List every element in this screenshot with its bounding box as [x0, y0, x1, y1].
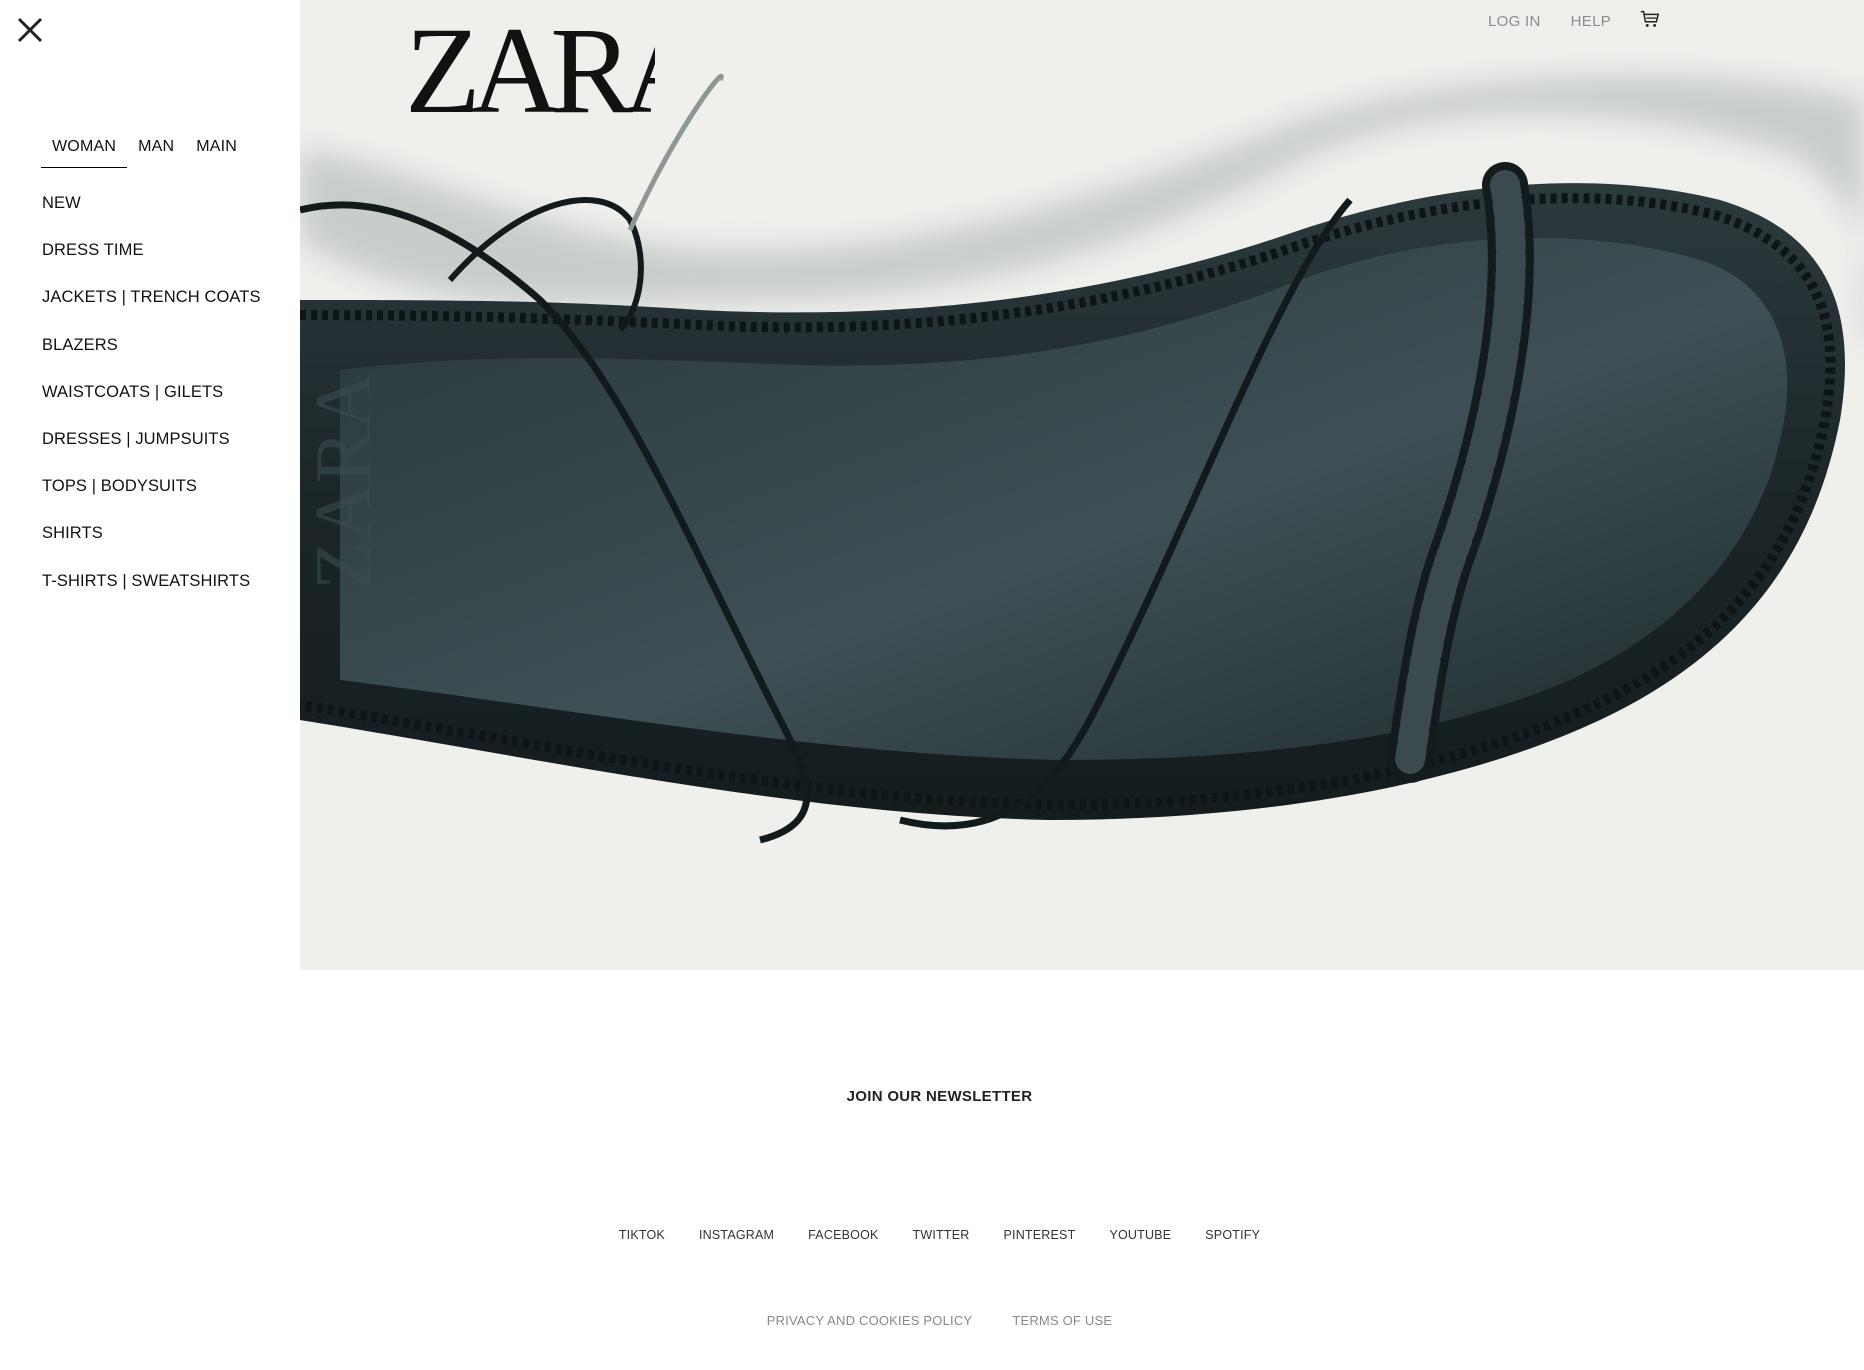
- menu-item-dresses[interactable]: DRESSES | JUMPSUITS: [42, 430, 261, 477]
- social-link-spotify[interactable]: SPOTIFY: [1205, 1228, 1260, 1242]
- side-menu: WOMAN MAN MAIN NEW DRESS TIME JACKETS | …: [0, 0, 300, 1370]
- login-link[interactable]: LOG IN: [1488, 13, 1541, 30]
- menu-item-tshirts[interactable]: T-SHIRTS | SWEATSHIRTS: [42, 572, 261, 619]
- social-link-instagram[interactable]: INSTAGRAM: [699, 1228, 774, 1242]
- privacy-policy-link[interactable]: PRIVACY AND COOKIES POLICY: [767, 1313, 973, 1328]
- menu-item-new[interactable]: NEW: [42, 194, 261, 241]
- svg-text:ZARA: ZARA: [405, 8, 655, 120]
- svg-text:ZARA: ZARA: [300, 372, 388, 590]
- social-link-tiktok[interactable]: TIKTOK: [619, 1228, 665, 1242]
- help-link[interactable]: HELP: [1571, 13, 1611, 30]
- tab-man[interactable]: MAN: [127, 130, 185, 168]
- hero-image-sandal: ZARA: [300, 73, 1864, 844]
- social-link-facebook[interactable]: FACEBOOK: [808, 1228, 878, 1242]
- terms-of-use-link[interactable]: TERMS OF USE: [1012, 1313, 1112, 1328]
- legal-links: PRIVACY AND COOKIES POLICY TERMS OF USE: [300, 1313, 1579, 1328]
- shopping-cart-icon[interactable]: [1639, 8, 1661, 30]
- tab-woman[interactable]: WOMAN: [41, 130, 128, 168]
- logo-graphic: ZARA: [405, 8, 655, 120]
- zara-logo[interactable]: ZARA: [405, 8, 655, 120]
- menu-item-dress-time[interactable]: DRESS TIME: [42, 241, 261, 288]
- gender-tabs: WOMAN MAN MAIN: [41, 130, 248, 168]
- menu-item-shirts[interactable]: SHIRTS: [42, 524, 261, 571]
- menu-item-jackets[interactable]: JACKETS | TRENCH COATS: [42, 288, 261, 335]
- hero-banner[interactable]: ZARA: [300, 0, 1864, 970]
- category-list: NEW DRESS TIME JACKETS | TRENCH COATS BL…: [42, 194, 261, 619]
- menu-item-blazers[interactable]: BLAZERS: [42, 336, 261, 383]
- menu-item-waistcoats[interactable]: WAISTCOATS | GILETS: [42, 383, 261, 430]
- close-icon[interactable]: [14, 14, 46, 46]
- social-link-youtube[interactable]: YOUTUBE: [1109, 1228, 1171, 1242]
- newsletter-link[interactable]: JOIN OUR NEWSLETTER: [300, 1088, 1579, 1105]
- social-link-pinterest[interactable]: PINTEREST: [1003, 1228, 1075, 1242]
- tab-main[interactable]: MAIN: [185, 130, 248, 168]
- social-link-twitter[interactable]: TWITTER: [913, 1228, 970, 1242]
- top-navigation: LOG IN HELP: [1488, 10, 1661, 30]
- menu-item-tops[interactable]: TOPS | BODYSUITS: [42, 477, 261, 524]
- social-links: TIKTOK INSTAGRAM FACEBOOK TWITTER PINTER…: [300, 1228, 1579, 1242]
- page: ZARA ZARA LOG IN HELP WOMAN: [0, 0, 1864, 1370]
